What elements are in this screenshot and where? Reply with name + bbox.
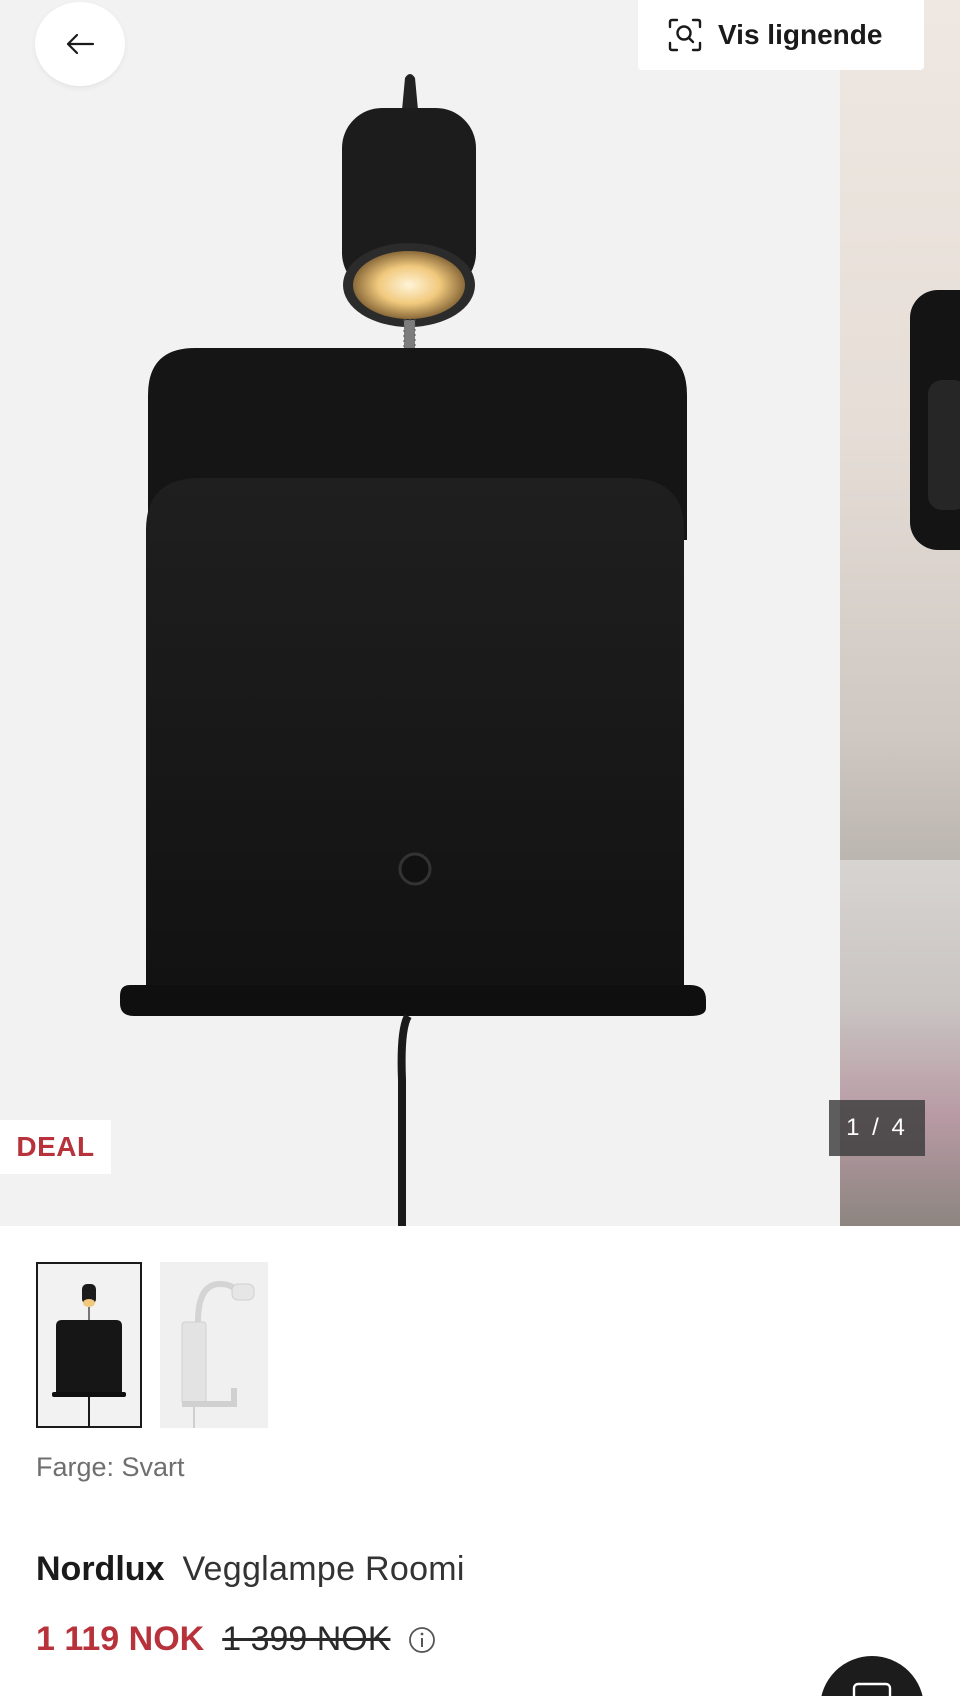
brand-name[interactable]: Nordlux [36, 1550, 164, 1589]
back-button[interactable] [35, 2, 125, 86]
lamp-hood [928, 380, 960, 510]
visual-search-icon [668, 18, 702, 52]
wall-lamp-image [120, 74, 706, 1226]
show-similar-button[interactable]: Vis lignende [638, 0, 924, 70]
show-similar-label: Vis lignende [718, 19, 883, 50]
product-title: Nordlux Vegglampe Roomi [36, 1550, 465, 1589]
product-image-main[interactable] [0, 0, 840, 1226]
product-image-next-peek[interactable] [840, 0, 960, 1226]
bed-blanket [840, 860, 960, 1226]
floating-action-button[interactable] [820, 1656, 924, 1696]
original-price: 1 399 NOK [222, 1620, 391, 1658]
deal-badge: DEAL [0, 1120, 111, 1174]
white-lamp-thumbnail-image [160, 1262, 268, 1428]
price-row: 1 119 NOK 1 399 NOK [36, 1620, 436, 1659]
thumbnail-black-lamp[interactable] [36, 1262, 142, 1428]
product-image-gallery[interactable]: Vis lignende DEAL 1 / 4 [0, 0, 960, 1226]
thumbnail-white-lamp[interactable] [160, 1262, 268, 1428]
chat-icon [852, 1682, 892, 1696]
product-name: Vegglampe Roomi [182, 1550, 465, 1588]
color-label: Farge: Svart [36, 1452, 185, 1482]
info-icon[interactable] [408, 1626, 436, 1654]
arrow-left-icon [66, 33, 95, 55]
current-price: 1 119 NOK [36, 1620, 205, 1658]
thumbnail-strip [36, 1262, 268, 1428]
image-counter: 1 / 4 [829, 1100, 925, 1156]
black-lamp-thumbnail-image [38, 1264, 140, 1426]
